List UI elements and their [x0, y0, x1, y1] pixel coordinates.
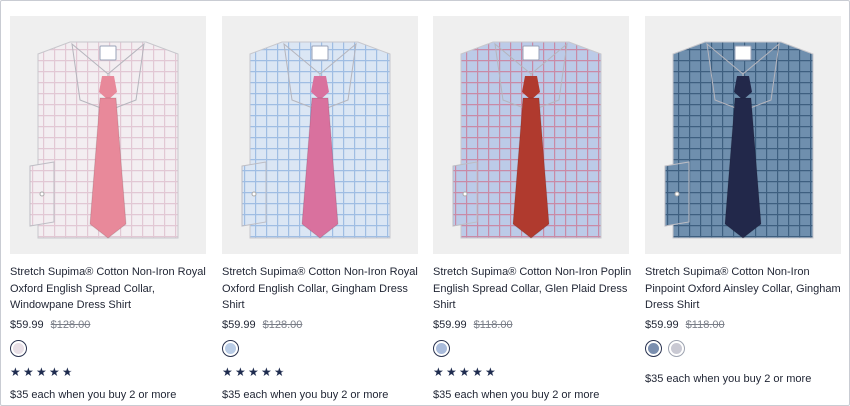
product-title[interactable]: Stretch Supima® Cotton Non-Iron Poplin E…	[433, 264, 633, 314]
product-card-1[interactable]: Stretch Supima® Cotton Non-Iron Royal Ox…	[10, 16, 206, 406]
star-full-icon: ★	[23, 365, 35, 379]
folded-shirt-image	[10, 16, 206, 254]
star-full-icon: ★	[261, 365, 273, 379]
product-image[interactable]	[10, 16, 206, 254]
swatch-color-fill	[436, 343, 447, 354]
original-price: $128.00	[262, 319, 303, 331]
color-swatch[interactable]	[668, 340, 685, 357]
promo-text: $35 each when you buy 2 or more	[433, 389, 600, 401]
color-swatches	[222, 340, 239, 358]
color-swatches	[10, 340, 27, 358]
star-full-icon: ★	[485, 365, 497, 379]
color-swatch[interactable]	[222, 340, 239, 357]
product-image[interactable]	[645, 16, 841, 254]
swatch-color-fill	[225, 343, 236, 354]
sale-price: $59.99	[433, 319, 467, 331]
swatch-color-fill	[671, 343, 682, 354]
star-full-icon: ★	[36, 365, 48, 379]
product-title[interactable]: Stretch Supima® Cotton Non-Iron Royal Ox…	[10, 264, 210, 314]
star-rating: ★★★★★ ☆	[222, 365, 287, 379]
price-row: $59.99 $128.00	[10, 318, 90, 332]
star-full-icon: ★	[49, 365, 61, 379]
product-grid: Stretch Supima® Cotton Non-Iron Royal Ox…	[10, 16, 841, 406]
star-rating: ★★★★★ ☆	[10, 365, 75, 379]
product-card-3[interactable]: Stretch Supima® Cotton Non-Iron Poplin E…	[433, 16, 631, 406]
product-image[interactable]	[222, 16, 418, 254]
sale-price: $59.99	[222, 319, 256, 331]
product-image[interactable]	[433, 16, 629, 254]
price-row: $59.99 $118.00	[645, 318, 725, 332]
star-full-icon: ★	[433, 365, 445, 379]
star-full-icon: ★	[459, 365, 471, 379]
swatch-color-fill	[648, 343, 659, 354]
star-half-icon: ★ ☆	[274, 365, 287, 379]
product-title[interactable]: Stretch Supima® Cotton Non-Iron Pinpoint…	[645, 264, 845, 314]
color-swatch[interactable]	[645, 340, 662, 357]
original-price: $118.00	[473, 319, 513, 331]
star-full-icon: ★	[222, 365, 234, 379]
folded-shirt-image	[433, 16, 629, 254]
promo-text: $35 each when you buy 2 or more	[222, 389, 389, 401]
star-half-icon: ★ ☆	[62, 365, 75, 379]
star-full-icon: ★	[10, 365, 22, 379]
color-swatches	[433, 340, 450, 358]
promo-text: $35 each when you buy 2 or more	[645, 373, 812, 385]
swatch-color-fill	[13, 343, 24, 354]
original-price: $118.00	[685, 319, 725, 331]
price-row: $59.99 $128.00	[222, 318, 302, 332]
color-swatch[interactable]	[10, 340, 27, 357]
product-card-2[interactable]: Stretch Supima® Cotton Non-Iron Royal Ox…	[222, 16, 418, 406]
folded-shirt-image	[222, 16, 418, 254]
star-full-icon: ★	[446, 365, 458, 379]
promo-text: $35 each when you buy 2 or more	[10, 389, 177, 401]
star-full-icon: ★	[472, 365, 484, 379]
product-title[interactable]: Stretch Supima® Cotton Non-Iron Royal Ox…	[222, 264, 422, 314]
folded-shirt-image	[645, 16, 841, 254]
product-card-4[interactable]: Stretch Supima® Cotton Non-Iron Pinpoint…	[645, 16, 841, 406]
sale-price: $59.99	[645, 319, 679, 331]
sale-price: $59.99	[10, 319, 44, 331]
star-full-icon: ★	[235, 365, 247, 379]
color-swatch[interactable]	[433, 340, 450, 357]
price-row: $59.99 $118.00	[433, 318, 513, 332]
star-rating: ★★★★★	[433, 365, 498, 379]
star-full-icon: ★	[248, 365, 260, 379]
color-swatches	[645, 340, 685, 358]
original-price: $128.00	[50, 319, 91, 331]
